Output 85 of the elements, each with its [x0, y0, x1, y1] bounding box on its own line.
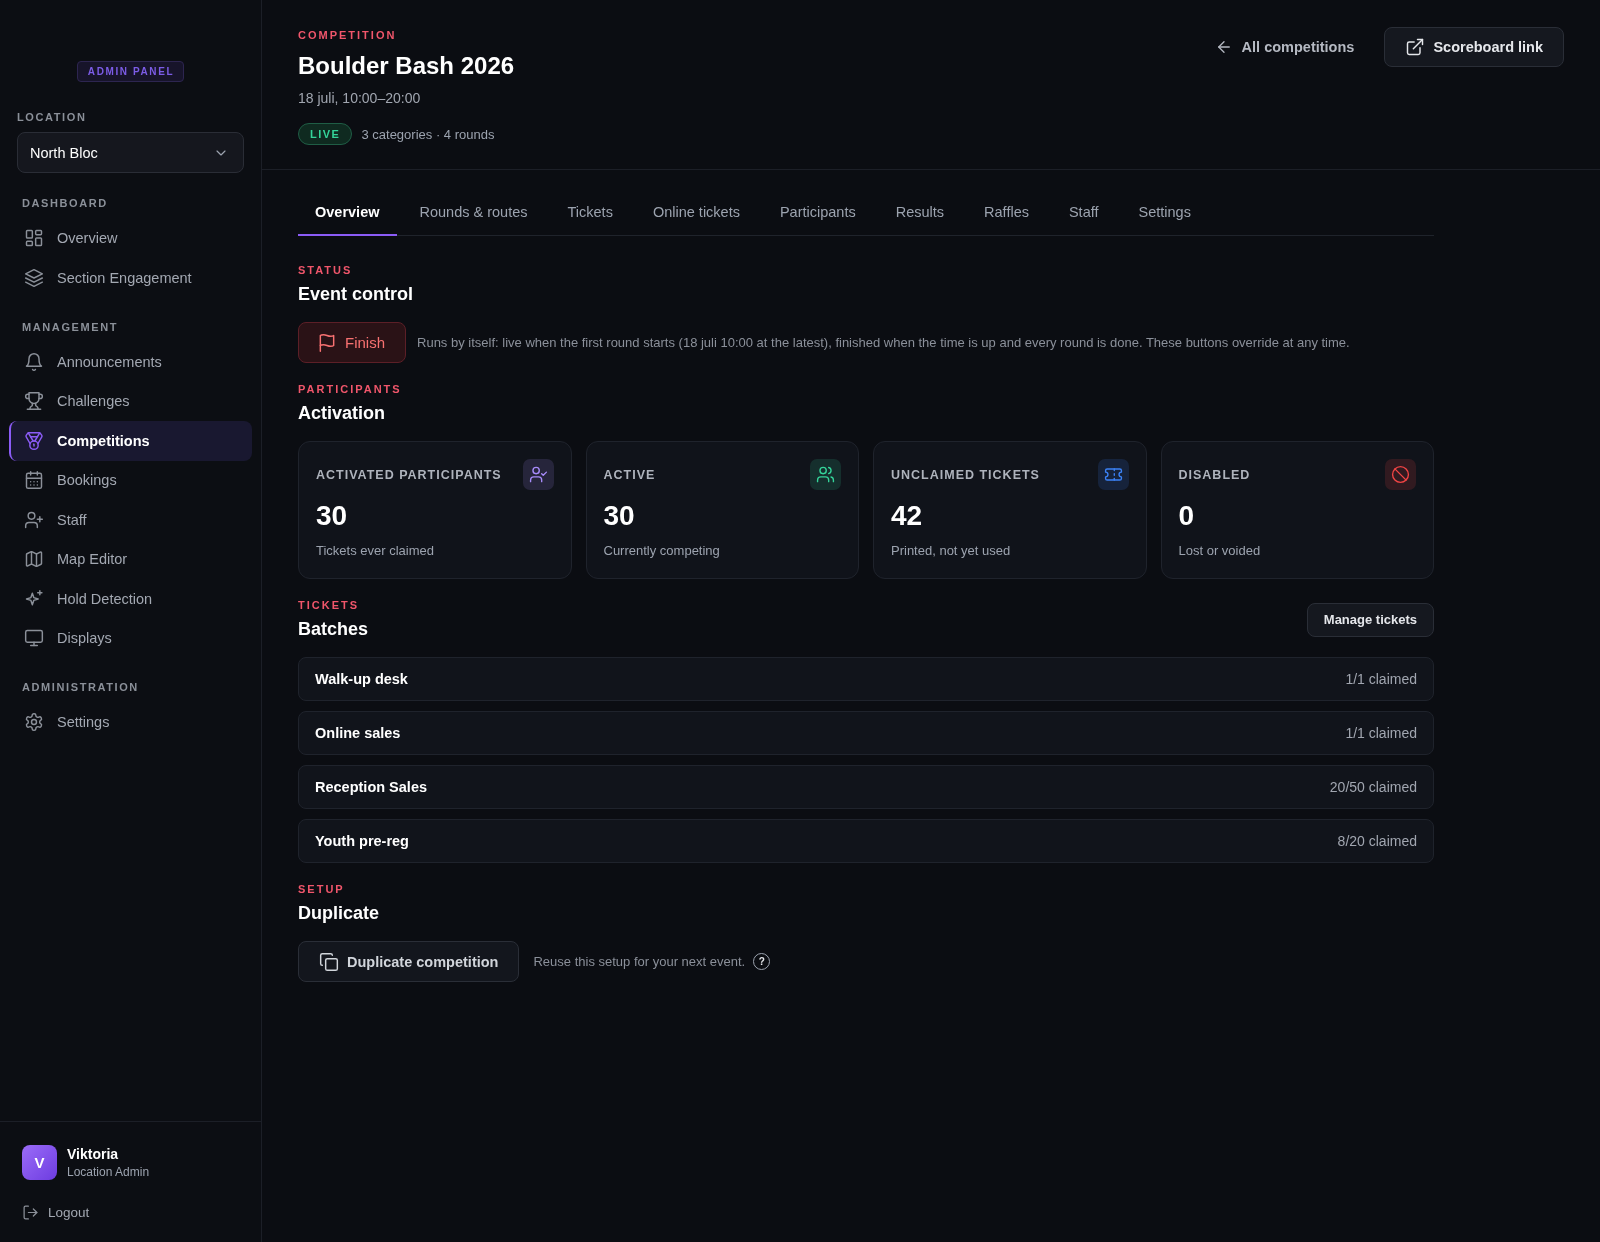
batch-name: Online sales — [315, 725, 401, 741]
logout-link[interactable]: Logout — [22, 1202, 239, 1222]
tab[interactable]: Settings — [1121, 190, 1208, 236]
tab[interactable]: Participants — [762, 190, 873, 236]
batch-name: Walk-up desk — [315, 671, 408, 687]
nav-item[interactable]: Announcements — [9, 342, 252, 382]
nav-item[interactable]: Map Editor — [9, 539, 252, 579]
page-title: Boulder Bash 2026 — [298, 51, 515, 81]
nav-item[interactable]: Displays — [9, 618, 252, 658]
section-label: STATUS — [298, 263, 354, 277]
stat-caption: Lost or voided — [1178, 542, 1262, 560]
map-icon — [24, 549, 44, 570]
tab[interactable]: Results — [878, 190, 962, 236]
section-heading: Duplicate — [298, 902, 381, 925]
tab[interactable]: Overview — [298, 190, 397, 236]
nav-item[interactable]: Settings — [9, 702, 252, 742]
batch-name: Youth pre-reg — [315, 833, 409, 849]
nav-item[interactable]: Competitions — [9, 421, 252, 461]
stat-caption: Currently competing — [603, 542, 721, 560]
user-plus-icon — [24, 509, 44, 530]
nav-section-heading: MANAGEMENT — [22, 319, 120, 334]
batch-name: Reception Sales — [315, 779, 427, 795]
external-link-icon — [1405, 37, 1426, 57]
nav-item[interactable]: Overview — [9, 218, 252, 258]
page-eyebrow: COMPETITION — [298, 28, 397, 42]
sparkle-icon — [24, 588, 44, 609]
stat-caption: Tickets ever claimed — [316, 542, 435, 560]
stat-caption: Printed, not yet used — [891, 542, 1012, 560]
tab[interactable]: Online tickets — [635, 190, 757, 236]
grid-icon — [24, 228, 44, 249]
medal-icon — [24, 430, 44, 451]
section-heading: Batches — [298, 618, 369, 641]
stat-value: 30 — [316, 499, 349, 533]
scoreboard-link-button[interactable]: Scoreboard link — [1384, 27, 1564, 67]
section-label: TICKETS — [298, 598, 361, 612]
stat-label: DISABLED — [1178, 467, 1251, 482]
manage-tickets-button[interactable]: Manage tickets — [1306, 602, 1434, 637]
section-heading: Event control — [298, 283, 414, 306]
nav-item[interactable]: Challenges — [9, 381, 252, 421]
admin-panel-badge: ADMIN PANEL — [76, 61, 185, 82]
tab[interactable]: Raffles — [967, 190, 1046, 236]
batch-claimed-count: 1/1 claimed — [1345, 725, 1417, 741]
duplicate-competition-button[interactable]: Duplicate competition — [298, 941, 520, 982]
field-label: LOCATION — [17, 110, 88, 124]
stat-label: ACTIVATED PARTICIPANTS — [316, 467, 502, 482]
status-badge: LIVE — [298, 123, 353, 145]
stat-value: 0 — [1178, 499, 1196, 533]
stat-value: 30 — [603, 499, 636, 533]
nav-item[interactable]: Hold Detection — [9, 579, 252, 619]
bell-icon — [24, 351, 44, 372]
location-select[interactable]: North Bloc — [17, 132, 244, 173]
settings-icon — [24, 712, 44, 733]
calendar-icon — [24, 470, 44, 491]
section-label: PARTICIPANTS — [298, 382, 403, 396]
logout-icon — [22, 1203, 39, 1221]
duplicate-note: Reuse this setup for your next event. — [533, 952, 746, 971]
stat-label: ACTIVE — [603, 467, 656, 482]
nav-item[interactable]: Staff — [9, 500, 252, 540]
user-name: Viktoria — [67, 1145, 120, 1163]
tab[interactable]: Tickets — [550, 190, 630, 236]
back-link[interactable]: All competitions — [1214, 38, 1355, 56]
section-heading: Activation — [298, 402, 386, 425]
tab[interactable]: Staff — [1051, 190, 1116, 236]
stat-value: 42 — [891, 499, 924, 533]
trophy-icon — [24, 391, 44, 412]
copy-icon — [319, 951, 339, 972]
section-label: SETUP — [298, 882, 346, 896]
monitor-icon — [24, 628, 44, 649]
stat-label: UNCLAIMED TICKETS — [891, 467, 1040, 482]
finish-button[interactable]: Finish — [298, 322, 406, 363]
nav-item[interactable]: Section Engagement — [9, 258, 252, 298]
nav-section-heading: DASHBOARD — [22, 196, 109, 210]
user-avatar: V — [22, 1145, 57, 1180]
event-meta: 3 categories · 4 rounds — [361, 126, 495, 142]
user-role: Location Admin — [67, 1165, 150, 1180]
status-note: Runs by itself: live when the first round starts (18 juli 10:00 at the latest), finished when the time is up and every round is done. These buttons override at any time. — [417, 333, 1350, 352]
tab[interactable]: Rounds & routes — [402, 190, 545, 236]
event-date: 18 juli, 10:00–20:00 — [298, 89, 421, 108]
flag-icon — [317, 332, 337, 353]
nav-section-heading: ADMINISTRATION — [22, 680, 140, 694]
layers-icon — [24, 267, 44, 288]
nav-item[interactable]: Bookings — [9, 460, 252, 500]
batch-claimed-count: 8/20 claimed — [1337, 833, 1417, 849]
batch-claimed-count: 20/50 claimed — [1329, 779, 1417, 795]
batch-claimed-count: 1/1 claimed — [1345, 671, 1417, 687]
